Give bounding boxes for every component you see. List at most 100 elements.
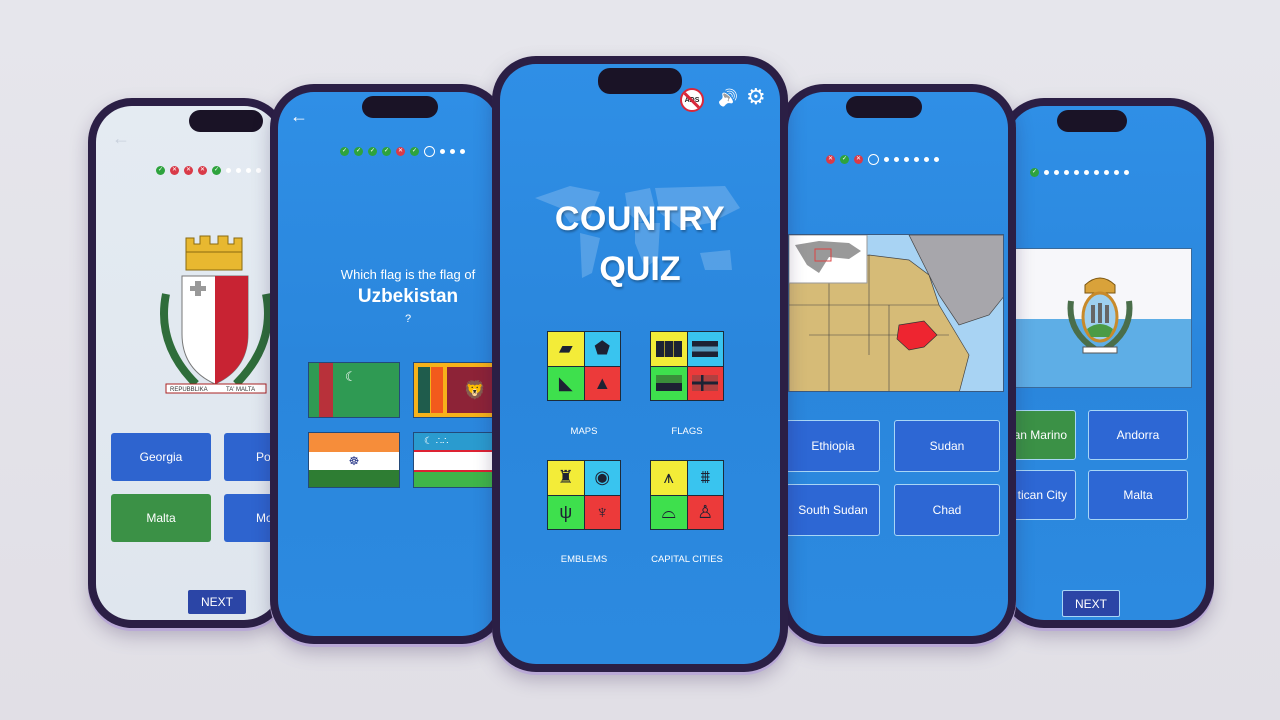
san-marino-emblem-icon: [1067, 277, 1133, 354]
south-america-map-icon: ◣: [548, 366, 584, 400]
correct-check-icon: ✓: [1030, 168, 1039, 177]
correct-check-icon: ✓: [156, 166, 165, 175]
pending-question-dot: [894, 157, 899, 162]
map-image: [789, 235, 1003, 391]
category-capital-cities-button[interactable]: ⩚ ⩩ ⌓ ♙: [650, 460, 724, 530]
category-emblems-label: EMBLEMS: [560, 554, 608, 565]
flag-stripe: [414, 452, 498, 470]
flag-stripe: [309, 433, 399, 452]
brandenburg-gate-icon: ⩩: [687, 461, 723, 495]
app-title-line1: COUNTRY: [554, 200, 726, 238]
crescent-icon: ☾: [345, 369, 357, 384]
africa-map: [788, 234, 1004, 392]
answer-malta[interactable]: Malta: [1088, 470, 1188, 520]
category-emblems-button[interactable]: ♜ ◉ ψ ♆: [547, 460, 621, 530]
flag-stripe: [431, 367, 443, 413]
flag-option-sri-lanka[interactable]: 🦁: [413, 362, 498, 418]
question-country: Uzbekistan: [357, 286, 459, 307]
eiffel-tower-icon: ⩚: [651, 461, 687, 495]
correct-check-icon: ✓: [340, 147, 349, 156]
flag-icon: [651, 366, 687, 400]
phone-map-quiz: ✕ ✓ ✕ Ethiopia Sudan South Sudan Chad: [780, 84, 1016, 644]
answer-georgia[interactable]: Georgia: [111, 433, 211, 481]
question-suffix: ?: [404, 313, 412, 325]
pending-question-dot: [1074, 170, 1079, 175]
category-maps-button[interactable]: ▰ ⬟ ◣ ▲: [547, 331, 621, 401]
pending-question-dot: [440, 149, 445, 154]
back-arrow-icon[interactable]: ←: [112, 128, 130, 149]
phone-flag-answer-quiz: ✓ an Marino Andorra tican City Malta NEX…: [1000, 98, 1214, 628]
current-question-dot: [868, 154, 879, 165]
question-progress: ✓: [1030, 168, 1129, 177]
camera-notch: [362, 96, 438, 118]
wrong-x-icon: ✕: [170, 166, 179, 175]
pending-question-dot: [246, 168, 251, 173]
answer-andorra[interactable]: Andorra: [1088, 410, 1188, 460]
pending-question-dot: [1094, 170, 1099, 175]
back-arrow-icon[interactable]: ←: [290, 106, 308, 127]
flag-stripe: [414, 472, 498, 487]
pending-question-dot: [256, 168, 261, 173]
correct-check-icon: ✓: [840, 155, 849, 164]
correct-check-icon: ✓: [382, 147, 391, 156]
answer-vatican-city[interactable]: tican City: [1008, 470, 1076, 520]
category-flags-button[interactable]: [650, 331, 724, 401]
pending-question-dot: [1044, 170, 1049, 175]
flag-icon: [687, 332, 723, 366]
category-maps-label: MAPS: [570, 426, 598, 437]
san-marino-flag: [1008, 248, 1192, 388]
pending-question-dot: [1084, 170, 1089, 175]
sound-icon[interactable]: 🔊: [718, 88, 738, 108]
flag-option-uzbekistan[interactable]: ☾ ∴∴: [413, 432, 498, 488]
correct-check-icon: ✓: [212, 166, 221, 175]
phone-home: ADS 🔊 ⚙ COUNTRY QUIZ ▰ ⬟ ◣ ▲ MAPS FLAGS: [492, 56, 788, 672]
category-flags-label: FLAGS: [671, 426, 703, 437]
phone-flag-quiz: ← ✓ ✓ ✓ ✓ ✕ ✓ Which flag is the flag of Uzbek…: [270, 84, 509, 644]
wrong-x-icon: ✕: [854, 155, 863, 164]
answer-south-sudan[interactable]: South Sudan: [788, 484, 880, 536]
emblem-quiz-screen: ← ✓ ✕ ✕ ✕ ✓ REPUBBLIKA TA' MALTA Georgia Po …: [96, 106, 280, 620]
pending-question-dot: [1124, 170, 1129, 175]
correct-check-icon: ✓: [410, 147, 419, 156]
pending-question-dot: [934, 157, 939, 162]
flag-quiz-screen: ← ✓ ✓ ✓ ✓ ✕ ✓ Which flag is the flag of Uzbek…: [278, 92, 498, 636]
question-progress: ✕ ✓ ✕: [826, 154, 939, 165]
correct-check-icon: ✓: [354, 147, 363, 156]
asia-map-icon: ▲: [584, 366, 620, 400]
no-ads-button[interactable]: ADS: [680, 88, 704, 112]
home-screen: ADS 🔊 ⚙ COUNTRY QUIZ ▰ ⬟ ◣ ▲ MAPS FLAGS: [500, 64, 780, 664]
pending-question-dot: [236, 168, 241, 173]
flag-stripe: [309, 470, 399, 487]
pending-question-dot: [924, 157, 929, 162]
emblem-motto-left: REPUBBLIKA: [170, 387, 208, 393]
eagle-emblem-icon: ♆: [584, 495, 620, 529]
answer-chad[interactable]: Chad: [894, 484, 1000, 536]
answer-sudan[interactable]: Sudan: [894, 420, 1000, 472]
map-quiz-screen: ✕ ✓ ✕ Ethiopia Sudan South Sudan Chad: [788, 92, 1008, 636]
next-button[interactable]: NEXT: [188, 590, 246, 614]
emblem-icon: ψ: [548, 495, 584, 529]
pending-question-dot: [884, 157, 889, 162]
pending-question-dot: [1114, 170, 1119, 175]
wrong-x-icon: ✕: [826, 155, 835, 164]
next-button[interactable]: NEXT: [1062, 590, 1120, 617]
phone-emblem-quiz: ← ✓ ✕ ✕ ✕ ✓ REPUBBLIKA TA' MALTA Georgia Po …: [88, 98, 288, 628]
flag-stripe: ☾ ∴∴: [414, 433, 498, 450]
answer-malta-correct[interactable]: Malta: [111, 494, 211, 542]
flag-option-india[interactable]: ☸: [308, 432, 400, 488]
answer-ethiopia[interactable]: Ethiopia: [788, 420, 880, 472]
europe-map-icon: ▰: [548, 332, 584, 366]
camera-notch: [1057, 110, 1127, 132]
question-progress: ✓ ✓ ✓ ✓ ✕ ✓: [340, 146, 465, 157]
category-capital-cities-label: CAPITAL CITIES: [651, 554, 723, 565]
pending-question-dot: [1054, 170, 1059, 175]
settings-gear-icon[interactable]: ⚙: [746, 84, 766, 110]
flag-icon: [687, 366, 723, 400]
flag-option-turkmenistan[interactable]: ☾: [308, 362, 400, 418]
flag-stripe: ☸: [309, 452, 399, 470]
current-question-dot: [424, 146, 435, 157]
emblem-icon: ◉: [584, 461, 620, 495]
pending-question-dot: [904, 157, 909, 162]
pending-question-dot: [460, 149, 465, 154]
answer-san-marino-correct[interactable]: an Marino: [1008, 410, 1076, 460]
